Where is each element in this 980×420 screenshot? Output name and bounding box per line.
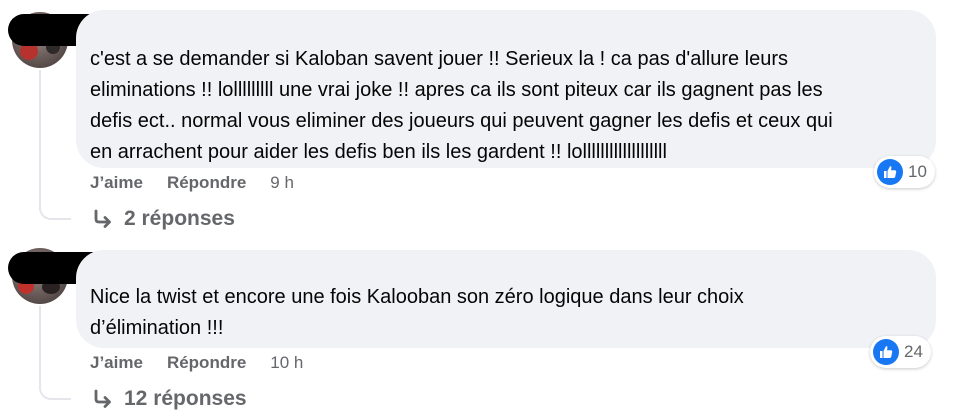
comment-text-line: d’élimination !!!: [90, 317, 224, 339]
comment: Nice la twist et encore une fois Kalooba…: [0, 0, 980, 410]
thread-line-curve: [39, 204, 71, 220]
view-replies-link[interactable]: 12 réponses: [92, 386, 247, 412]
replies-count-label: 2 réponses: [124, 207, 235, 230]
thread-line-curve: [39, 384, 71, 400]
reply-button[interactable]: Répondre: [167, 353, 246, 373]
reaction-count: 24: [904, 342, 923, 361]
like-thumbs-up-icon: [873, 339, 899, 365]
like-button[interactable]: J’aime: [90, 353, 143, 373]
replies-count-label: 12 réponses: [124, 387, 247, 410]
view-replies-link[interactable]: 2 réponses: [92, 206, 235, 232]
thread-line: [39, 306, 41, 390]
comment-text-line: Nice la twist et encore une fois Kalooba…: [90, 286, 744, 308]
comment-timestamp[interactable]: 10 h: [270, 353, 303, 373]
comment-bubble: Nice la twist et encore une fois Kalooba…: [76, 250, 936, 348]
reply-arrow-icon: [94, 209, 111, 228]
reply-arrow-icon: [94, 389, 111, 408]
comment-actions: J’aime Répondre 10 h: [90, 352, 303, 374]
reaction-count-badge[interactable]: 24: [870, 336, 931, 368]
